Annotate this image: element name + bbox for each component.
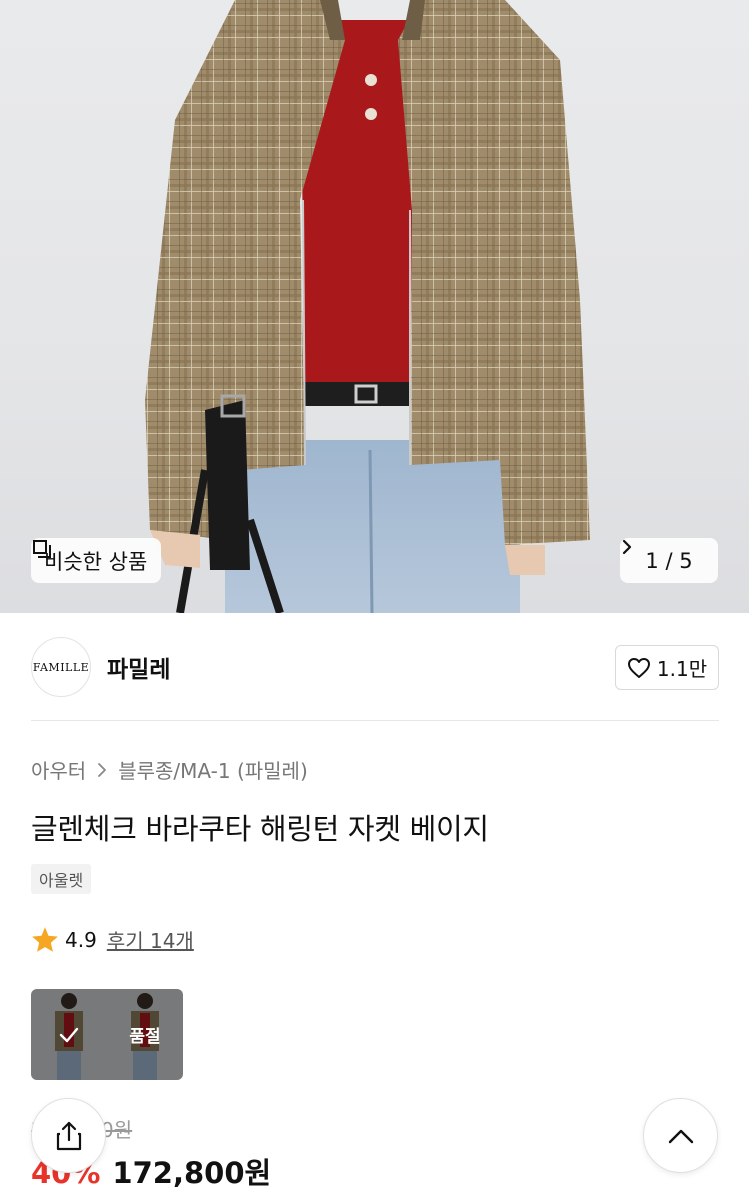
rating-score: 4.9 — [65, 927, 97, 952]
outlet-tag: 아울렛 — [31, 864, 92, 894]
image-pager-button[interactable]: 1 / 5 — [620, 538, 718, 583]
brand-logo[interactable]: FAMILLE — [31, 637, 91, 697]
product-photo-illustration — [145, 0, 590, 613]
star-icon — [32, 927, 58, 952]
check-icon — [59, 1027, 79, 1042]
like-button[interactable]: 1.1만 — [615, 645, 719, 690]
sale-price: 172,800원 — [112, 1156, 272, 1190]
brand-name[interactable]: 파밀레 — [107, 650, 170, 684]
soldout-label: 품절 — [129, 1027, 161, 1047]
like-count: 1.1만 — [656, 657, 708, 681]
rating-row: 4.9 후기 14개 — [31, 925, 194, 954]
breadcrumb-item-category[interactable]: 블루종/MA-1 (파밀레) — [118, 755, 308, 784]
heart-icon — [627, 657, 650, 678]
share-icon — [56, 1121, 81, 1150]
option-thumbnail-selected[interactable] — [31, 989, 107, 1080]
chevron-up-icon — [668, 1129, 693, 1143]
divider — [31, 720, 719, 721]
brand-logo-text: FAMILLE — [32, 660, 90, 674]
product-title: 글렌체크 바라쿠타 해링턴 자켓 베이지 — [31, 812, 489, 846]
reviews-link[interactable]: 후기 14개 — [107, 925, 194, 954]
breadcrumb: 아우터 블루종/MA-1 (파밀레) — [31, 755, 308, 784]
chevron-right-icon — [98, 762, 107, 777]
share-button[interactable] — [31, 1098, 106, 1173]
chevron-right-icon — [622, 539, 632, 555]
option-thumbnails: 품절 — [31, 989, 183, 1080]
copy-icon — [33, 540, 51, 558]
image-pager-text: 1 / 5 — [645, 548, 693, 573]
scroll-top-button[interactable] — [643, 1098, 718, 1173]
brand-row: FAMILLE 파밀레 1.1만 — [31, 637, 719, 697]
product-image[interactable]: 비슷한 상품 1 / 5 — [0, 0, 749, 613]
option-thumbnail-soldout[interactable]: 품절 — [107, 989, 183, 1080]
similar-products-label: 비슷한 상품 — [44, 549, 148, 574]
breadcrumb-item-outer[interactable]: 아우터 — [31, 755, 86, 784]
similar-products-button[interactable]: 비슷한 상품 — [31, 538, 162, 583]
